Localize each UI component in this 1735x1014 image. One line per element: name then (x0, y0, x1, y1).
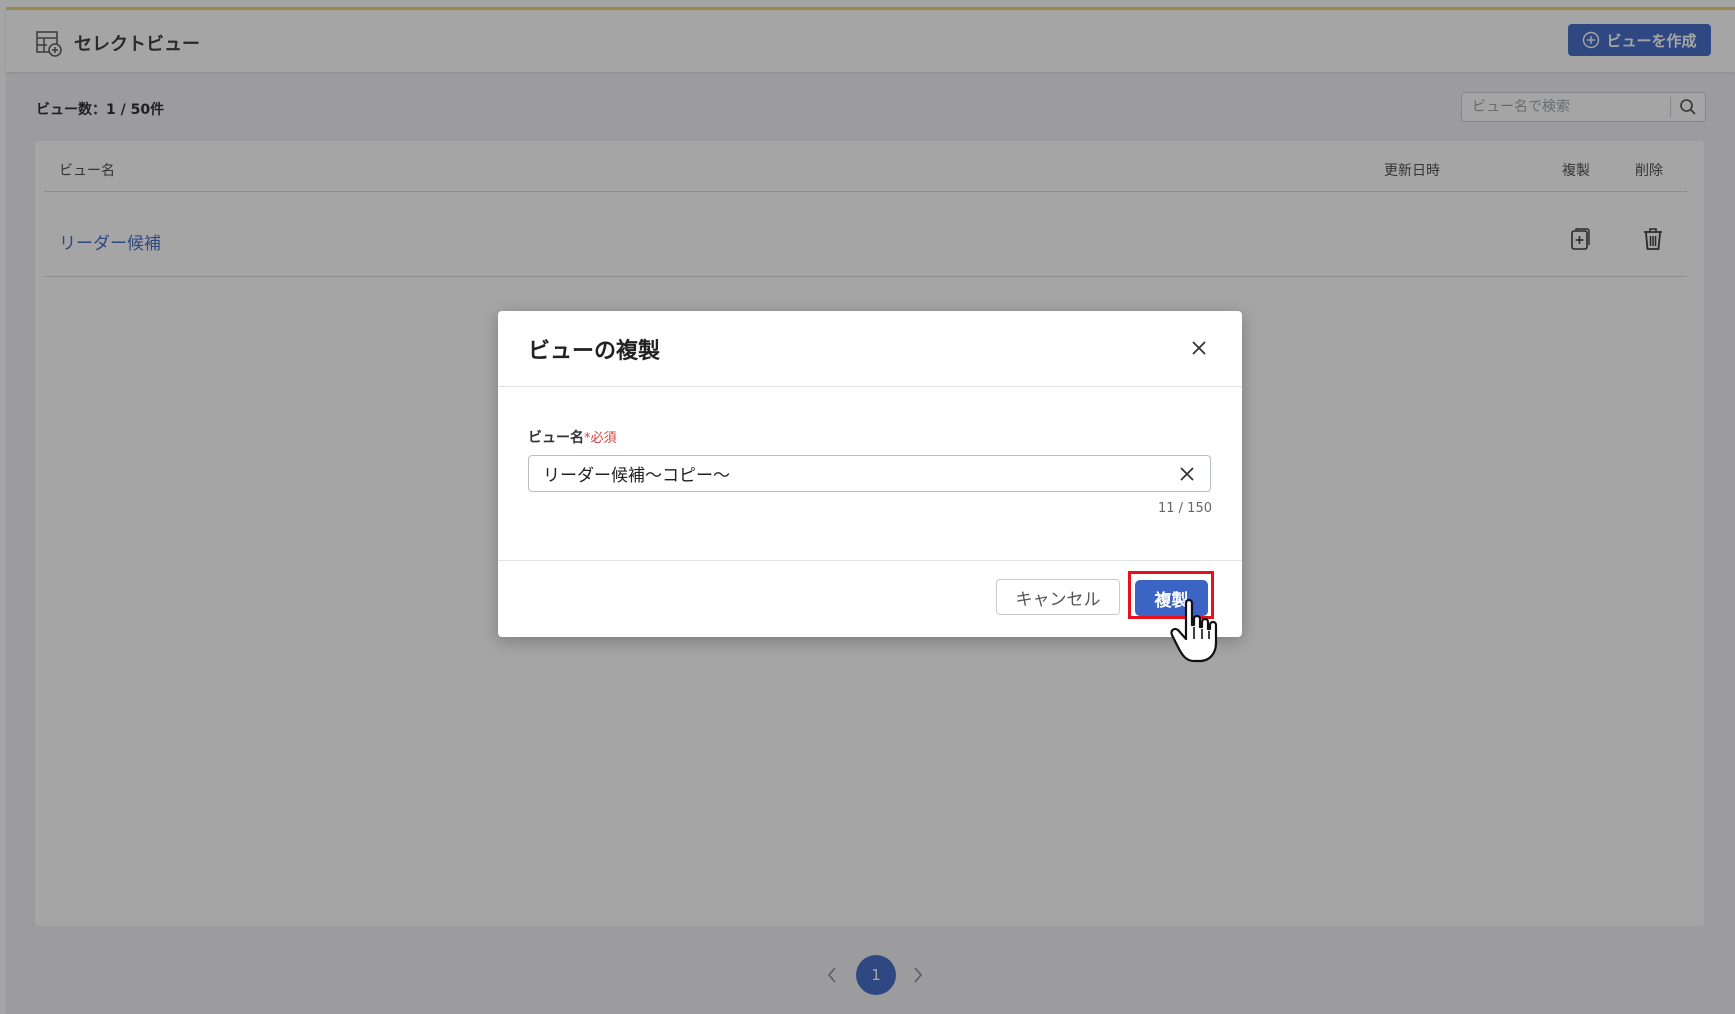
dialog-title: ビューの複製 (528, 339, 661, 364)
dialog-header-divider (498, 386, 1242, 387)
view-name-input[interactable] (529, 456, 1187, 491)
clear-icon[interactable] (1178, 465, 1196, 483)
cancel-button[interactable]: キャンセル (996, 579, 1120, 615)
view-name-label: ビュー名*必須 (528, 427, 617, 447)
close-icon[interactable] (1188, 337, 1210, 359)
dialog-footer-divider (498, 560, 1242, 561)
required-marker: *必須 (584, 431, 617, 446)
character-count: 11 / 150 (1158, 501, 1212, 516)
view-name-field (528, 455, 1211, 492)
field-label-text: ビュー名 (528, 430, 584, 446)
hand-cursor-icon (1170, 598, 1218, 663)
